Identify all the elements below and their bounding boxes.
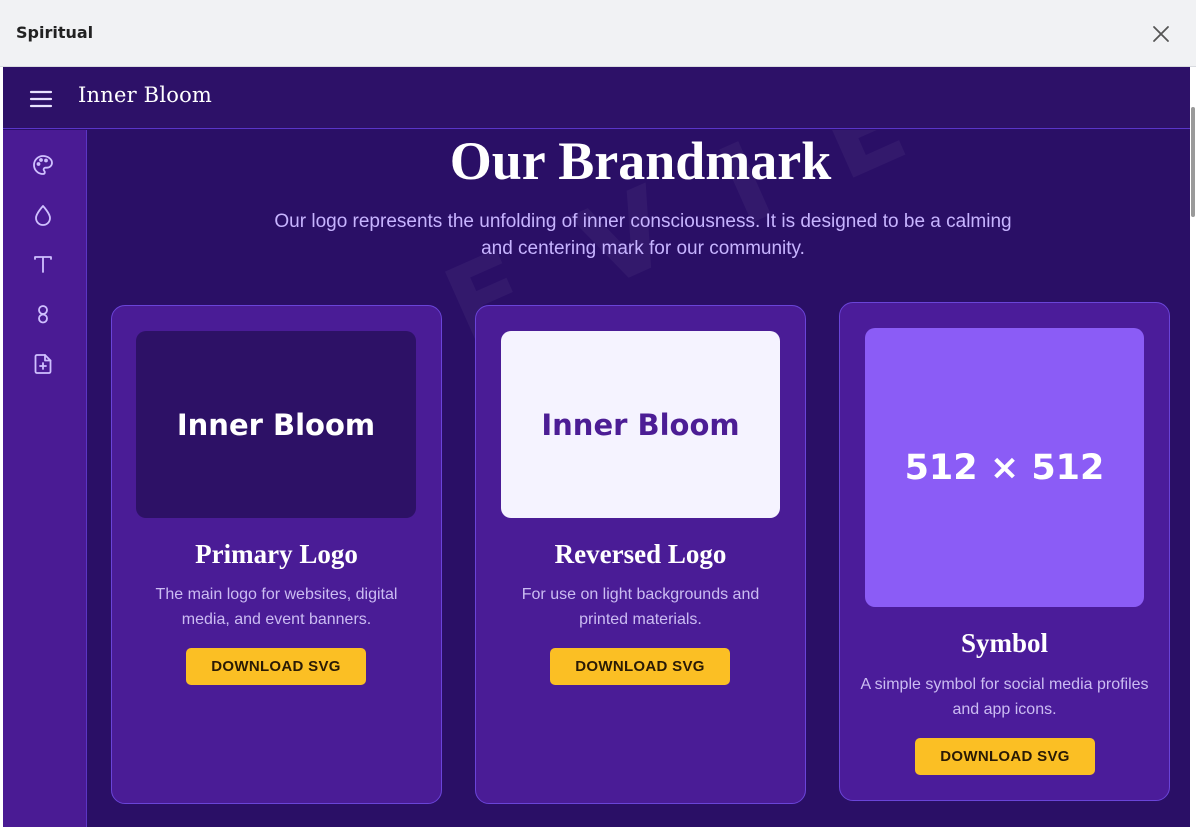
- top-navbar: Inner Bloom: [3, 67, 1193, 129]
- primary-logo-preview: Inner Bloom: [136, 331, 416, 518]
- window-scrollbar[interactable]: [1190, 67, 1196, 827]
- hamburger-menu-icon[interactable]: [28, 86, 54, 112]
- close-icon[interactable]: [1148, 21, 1174, 47]
- download-svg-button[interactable]: DOWNLOAD SVG: [186, 648, 366, 685]
- scrollbar-thumb[interactable]: [1191, 107, 1195, 217]
- app-window: Spiritual Inner Bloom Our Brandmark Our …: [0, 0, 1196, 827]
- palette-icon[interactable]: [30, 152, 56, 178]
- app-content: Inner Bloom Our Brandmark Our logo repre…: [3, 67, 1193, 827]
- card-description: For use on light backgrounds and printed…: [521, 586, 760, 628]
- card-reversed-logo: Inner Bloom Reversed Logo For use on lig…: [475, 305, 806, 804]
- infinity-icon[interactable]: [30, 301, 56, 327]
- card-title: Symbol: [960, 628, 1049, 658]
- symbol-preview: 512 × 512: [865, 328, 1144, 607]
- card-description: A simple symbol for social media profile…: [860, 676, 1149, 718]
- file-plus-icon[interactable]: [30, 351, 56, 377]
- window-title: Spiritual: [16, 23, 94, 42]
- sidebar: [3, 130, 87, 827]
- brand-name[interactable]: Inner Bloom: [78, 83, 212, 107]
- droplet-icon[interactable]: [30, 202, 56, 228]
- card-description: The main logo for websites, digital medi…: [155, 586, 398, 628]
- card-primary-logo: Inner Bloom Primary Logo The main logo f…: [111, 305, 442, 804]
- card-symbol: 512 × 512 Symbol A simple symbol for soc…: [839, 302, 1170, 801]
- reversed-logo-preview: Inner Bloom: [501, 331, 780, 518]
- page-subtitle: Our logo represents the unfolding of inn…: [274, 211, 1012, 259]
- card-title: Reversed Logo: [554, 539, 727, 569]
- download-svg-button[interactable]: DOWNLOAD SVG: [550, 648, 730, 685]
- download-svg-button[interactable]: DOWNLOAD SVG: [915, 738, 1095, 775]
- page-title: Our Brandmark: [449, 131, 832, 191]
- window-titlebar: Spiritual: [0, 0, 1196, 67]
- main-content: PREVIEW Our Brandmark Our logo represent…: [88, 130, 1193, 827]
- type-icon[interactable]: [30, 251, 56, 277]
- card-title: Primary Logo: [195, 539, 358, 569]
